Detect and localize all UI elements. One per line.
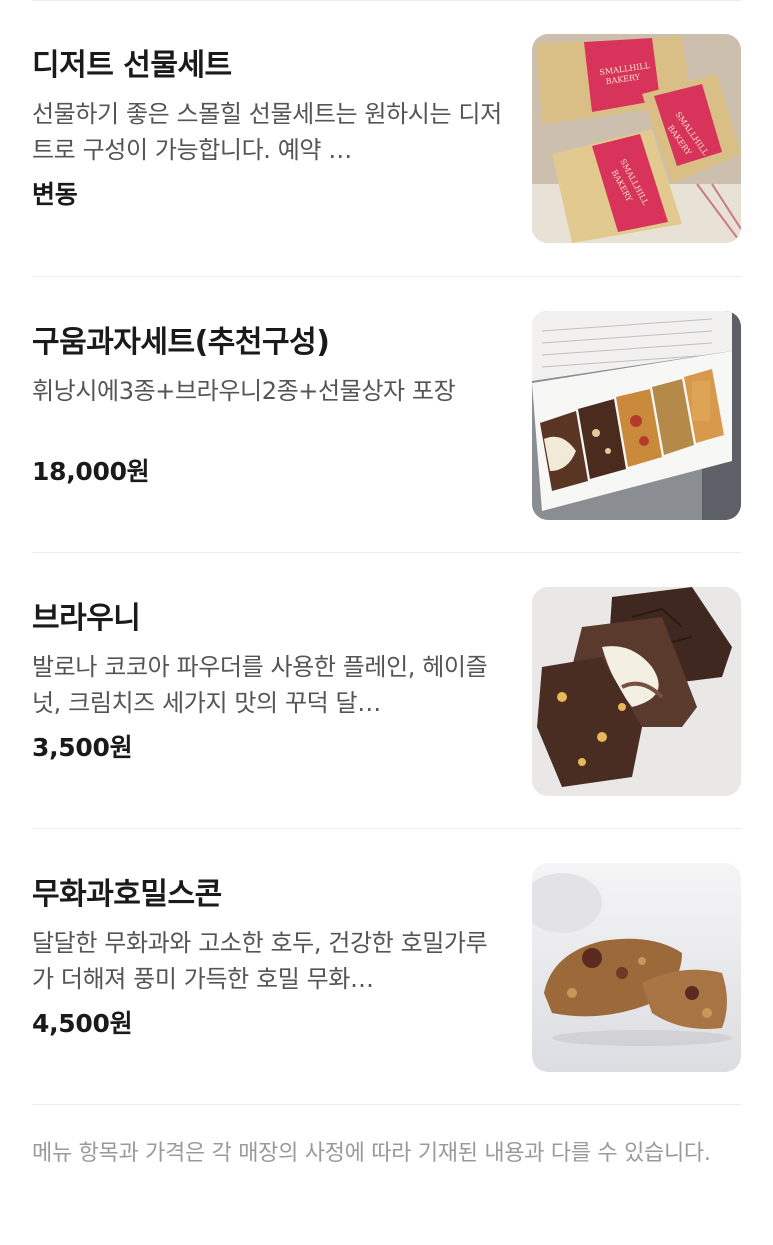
baked-goods-box-photo[interactable] <box>532 311 741 520</box>
item-divider <box>32 1104 741 1105</box>
menu-item-info: 브라우니 발로나 코코아 파우더를 사용한 플레인, 헤이즐넛, 크림치즈 세가… <box>32 597 502 767</box>
menu-item-name: 디저트 선물세트 <box>32 48 232 83</box>
baked-goods-image <box>532 311 741 520</box>
menu-item-description: 선물하기 좋은 스몰힐 선물세트는 원하시는 디저트로 구성이 가능합니다. 예… <box>32 100 502 164</box>
brownie-photo[interactable] <box>532 587 741 796</box>
menu-item-fig-scone[interactable]: 무화과호밀스콘 달달한 무화과와 고소한 호두, 건강한 호밀가루가 더해져 풍… <box>32 829 741 1105</box>
menu-item-price: 4,500원 <box>32 1009 133 1038</box>
menu-item-price: 3,500원 <box>32 733 133 762</box>
menu-item-description: 휘낭시에3종+브라우니2종+선물상자 포장 <box>32 377 456 405</box>
menu-item-description: 달달한 무화과와 고소한 호두, 건강한 호밀가루가 더해져 풍미 가득한 호밀… <box>32 929 488 993</box>
menu-item-info: 디저트 선물세트 선물하기 좋은 스몰힐 선물세트는 원하시는 디저트로 구성이… <box>32 44 502 214</box>
menu-item-price: 변동 <box>32 180 78 209</box>
menu-item-price: 18,000원 <box>32 457 150 486</box>
menu-item-gift-set[interactable]: 디저트 선물세트 선물하기 좋은 스몰힐 선물세트는 원하시는 디저트로 구성이… <box>32 0 741 276</box>
gift-box-image: SMALLHILL BAKERY SMALLHILL BAKERY SMALLH… <box>532 34 741 243</box>
menu-item-name: 무화과호밀스콘 <box>32 877 222 912</box>
menu-item-baked-set[interactable]: 구움과자세트(추천구성) 휘낭시에3종+브라우니2종+선물상자 포장 18,00… <box>32 277 741 553</box>
menu-item-brownie[interactable]: 브라우니 발로나 코코아 파우더를 사용한 플레인, 헤이즐넛, 크림치즈 세가… <box>32 553 741 829</box>
scone-image <box>532 863 741 1072</box>
menu-item-description: 발로나 코코아 파우더를 사용한 플레인, 헤이즐넛, 크림치즈 세가지 맛의 … <box>32 653 488 717</box>
menu-item-name: 구움과자세트(추천구성) <box>32 325 330 360</box>
scone-photo[interactable] <box>532 863 741 1072</box>
menu-item-info: 무화과호밀스콘 달달한 무화과와 고소한 호두, 건강한 호밀가루가 더해져 풍… <box>32 873 502 1043</box>
menu-disclaimer: 메뉴 항목과 가격은 각 매장의 사정에 따라 기재된 내용과 다를 수 있습니… <box>32 1141 711 1166</box>
menu-item-name: 브라우니 <box>32 601 141 636</box>
gift-box-photo[interactable]: SMALLHILL BAKERY SMALLHILL BAKERY SMALLH… <box>532 34 741 243</box>
menu-item-info: 구움과자세트(추천구성) 휘낭시에3종+브라우니2종+선물상자 포장 18,00… <box>32 321 502 491</box>
brownie-image <box>532 587 741 796</box>
